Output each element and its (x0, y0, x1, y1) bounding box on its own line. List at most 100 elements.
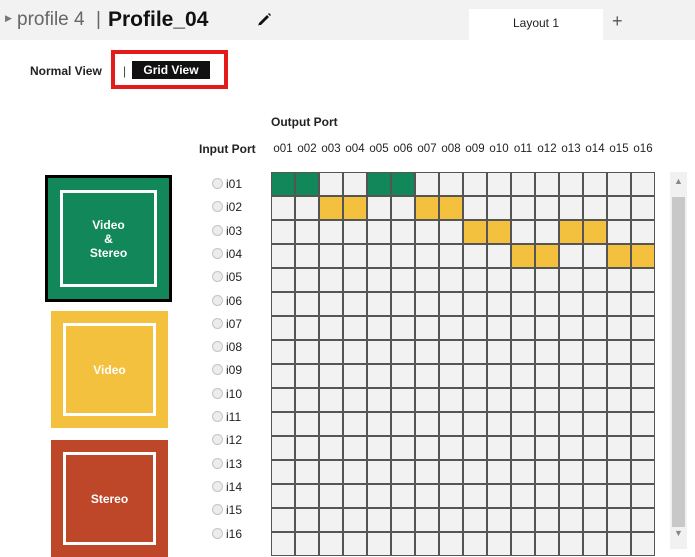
grid-cell-i05-o12[interactable] (535, 268, 559, 292)
grid-cell-i09-o13[interactable] (559, 364, 583, 388)
grid-cell-i06-o14[interactable] (583, 292, 607, 316)
grid-cell-i08-o08[interactable] (439, 340, 463, 364)
grid-cell-i02-o13[interactable] (559, 196, 583, 220)
grid-cell-i07-o10[interactable] (487, 316, 511, 340)
grid-cell-i05-o10[interactable] (487, 268, 511, 292)
grid-cell-i15-o13[interactable] (559, 508, 583, 532)
input-radio-i11[interactable] (212, 411, 223, 422)
grid-cell-i14-o11[interactable] (511, 484, 535, 508)
grid-cell-i11-o09[interactable] (463, 412, 487, 436)
grid-cell-i03-o04[interactable] (343, 220, 367, 244)
grid-cell-i13-o01[interactable] (271, 460, 295, 484)
grid-cell-i13-o12[interactable] (535, 460, 559, 484)
grid-cell-i04-o09[interactable] (463, 244, 487, 268)
grid-cell-i06-o07[interactable] (415, 292, 439, 316)
input-radio-i01[interactable] (212, 178, 223, 189)
legend-video-stereo[interactable]: Video & Stereo (45, 175, 172, 302)
grid-cell-i15-o11[interactable] (511, 508, 535, 532)
grid-cell-i03-o08[interactable] (439, 220, 463, 244)
grid-cell-i08-o16[interactable] (631, 340, 655, 364)
grid-cell-i03-o02[interactable] (295, 220, 319, 244)
grid-cell-i10-o03[interactable] (319, 388, 343, 412)
grid-cell-i05-o14[interactable] (583, 268, 607, 292)
grid-cell-i11-o02[interactable] (295, 412, 319, 436)
triangle-right-icon[interactable]: ▶ (5, 13, 12, 24)
grid-cell-i10-o13[interactable] (559, 388, 583, 412)
grid-cell-i06-o09[interactable] (463, 292, 487, 316)
grid-cell-i15-o03[interactable] (319, 508, 343, 532)
grid-cell-i12-o14[interactable] (583, 436, 607, 460)
grid-cell-i09-o14[interactable] (583, 364, 607, 388)
grid-cell-i02-o08[interactable] (439, 196, 463, 220)
grid-cell-i06-o08[interactable] (439, 292, 463, 316)
grid-cell-i07-o05[interactable] (367, 316, 391, 340)
grid-cell-i04-o13[interactable] (559, 244, 583, 268)
grid-cell-i12-o12[interactable] (535, 436, 559, 460)
grid-cell-i02-o01[interactable] (271, 196, 295, 220)
grid-cell-i12-o03[interactable] (319, 436, 343, 460)
grid-cell-i10-o15[interactable] (607, 388, 631, 412)
grid-cell-i08-o07[interactable] (415, 340, 439, 364)
grid-cell-i12-o04[interactable] (343, 436, 367, 460)
grid-cell-i02-o15[interactable] (607, 196, 631, 220)
grid-cell-i01-o11[interactable] (511, 172, 535, 196)
input-radio-i09[interactable] (212, 364, 223, 376)
grid-cell-i13-o14[interactable] (583, 460, 607, 484)
grid-cell-i05-o04[interactable] (343, 268, 367, 292)
grid-cell-i15-o15[interactable] (607, 508, 631, 532)
grid-cell-i09-o05[interactable] (367, 364, 391, 388)
grid-cell-i02-o03[interactable] (319, 196, 343, 220)
grid-cell-i01-o06[interactable] (391, 172, 415, 196)
input-radio-i04[interactable] (212, 247, 223, 259)
grid-cell-i03-o01[interactable] (271, 220, 295, 244)
grid-cell-i16-o10[interactable] (487, 532, 511, 556)
grid-cell-i05-o02[interactable] (295, 268, 319, 292)
input-radio-i10[interactable] (212, 387, 223, 399)
add-tab-button[interactable]: + (612, 11, 623, 31)
grid-cell-i09-o06[interactable] (391, 364, 415, 388)
grid-cell-i03-o13[interactable] (559, 220, 583, 244)
grid-cell-i10-o04[interactable] (343, 388, 367, 412)
grid-cell-i11-o08[interactable] (439, 412, 463, 436)
input-radio-i12[interactable] (212, 434, 223, 446)
grid-cell-i04-o14[interactable] (583, 244, 607, 268)
grid-cell-i16-o13[interactable] (559, 532, 583, 556)
grid-cell-i15-o07[interactable] (415, 508, 439, 532)
grid-cell-i07-o08[interactable] (439, 316, 463, 340)
grid-cell-i03-o10[interactable] (487, 220, 511, 244)
grid-cell-i10-o16[interactable] (631, 388, 655, 412)
grid-cell-i14-o03[interactable] (319, 484, 343, 508)
grid-cell-i14-o15[interactable] (607, 484, 631, 508)
grid-cell-i04-o03[interactable] (319, 244, 343, 268)
grid-cell-i11-o06[interactable] (391, 412, 415, 436)
grid-cell-i04-o12[interactable] (535, 244, 559, 268)
grid-cell-i10-o06[interactable] (391, 388, 415, 412)
scrollbar-thumb[interactable] (672, 197, 685, 527)
grid-cell-i08-o05[interactable] (367, 340, 391, 364)
grid-cell-i04-o06[interactable] (391, 244, 415, 268)
grid-cell-i08-o11[interactable] (511, 340, 535, 364)
input-radio-i03[interactable] (212, 224, 223, 236)
scroll-down-icon[interactable]: ▼ (670, 528, 687, 538)
grid-cell-i05-o13[interactable] (559, 268, 583, 292)
grid-cell-i07-o03[interactable] (319, 316, 343, 340)
grid-cell-i06-o05[interactable] (367, 292, 391, 316)
grid-cell-i07-o09[interactable] (463, 316, 487, 340)
grid-cell-i16-o12[interactable] (535, 532, 559, 556)
grid-cell-i13-o04[interactable] (343, 460, 367, 484)
grid-cell-i07-o14[interactable] (583, 316, 607, 340)
input-radio-i16[interactable] (212, 527, 223, 539)
grid-cell-i15-o05[interactable] (367, 508, 391, 532)
grid-cell-i12-o08[interactable] (439, 436, 463, 460)
grid-cell-i13-o11[interactable] (511, 460, 535, 484)
grid-cell-i06-o15[interactable] (607, 292, 631, 316)
grid-cell-i08-o09[interactable] (463, 340, 487, 364)
grid-cell-i11-o01[interactable] (271, 412, 295, 436)
grid-cell-i14-o08[interactable] (439, 484, 463, 508)
grid-cell-i06-o12[interactable] (535, 292, 559, 316)
grid-cell-i10-o08[interactable] (439, 388, 463, 412)
grid-cell-i16-o03[interactable] (319, 532, 343, 556)
legend-stereo[interactable]: Stereo (51, 440, 168, 557)
grid-cell-i15-o12[interactable] (535, 508, 559, 532)
grid-cell-i01-o01[interactable] (271, 172, 295, 196)
